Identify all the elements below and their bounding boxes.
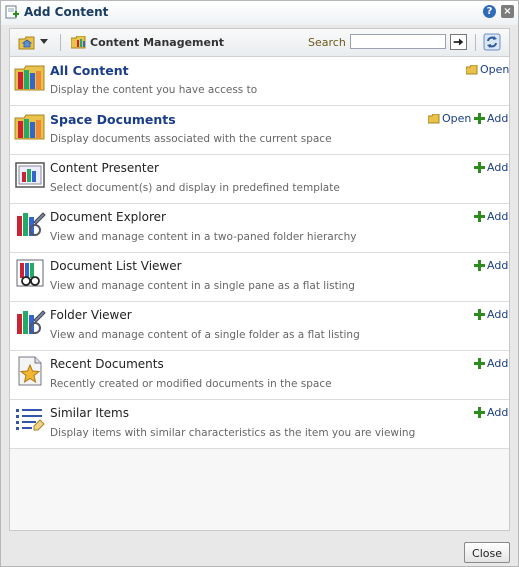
open-folder-icon bbox=[428, 114, 440, 124]
add-content-dialog: Add Content ? × Content Management Searc… bbox=[0, 0, 519, 567]
open-link[interactable]: Open bbox=[466, 63, 509, 76]
add-link[interactable]: Add bbox=[474, 259, 508, 272]
close-button[interactable]: Close bbox=[464, 542, 510, 563]
plus-icon bbox=[474, 113, 485, 124]
refresh-icon[interactable] bbox=[483, 33, 501, 51]
item-title-folder-viewer[interactable]: Folder Viewer bbox=[50, 308, 132, 322]
content-management-icon bbox=[71, 36, 86, 49]
plus-icon bbox=[474, 309, 485, 320]
item-title-content-presenter[interactable]: Content Presenter bbox=[50, 161, 159, 175]
search-input[interactable] bbox=[350, 34, 446, 49]
plus-icon bbox=[474, 162, 485, 173]
item-description: Display documents associated with the cu… bbox=[50, 133, 332, 145]
toolbar: Content Management Search bbox=[10, 29, 509, 57]
search-label: Search bbox=[308, 36, 346, 49]
folder-viewer-icon bbox=[17, 310, 46, 334]
list-item[interactable]: Document List Viewer View and manage con… bbox=[10, 253, 509, 302]
item-description: View and manage content in a two-paned f… bbox=[50, 231, 357, 243]
item-title-similar-items[interactable]: Similar Items bbox=[50, 406, 129, 420]
add-content-icon bbox=[5, 5, 19, 19]
home-folder-icon[interactable] bbox=[18, 34, 36, 51]
item-title-recent-documents[interactable]: Recent Documents bbox=[50, 357, 164, 371]
explorer-icon bbox=[17, 212, 46, 236]
content-list: All Content Display the content you have… bbox=[10, 57, 509, 449]
item-description: View and manage content of a single fold… bbox=[50, 329, 360, 341]
list-item[interactable]: Document Explorer View and manage conten… bbox=[10, 204, 509, 253]
presenter-icon bbox=[15, 162, 45, 188]
item-title-document-list-viewer[interactable]: Document List Viewer bbox=[50, 259, 182, 273]
star-document-icon bbox=[18, 356, 42, 386]
books-folder-icon bbox=[14, 65, 45, 91]
help-icon[interactable]: ? bbox=[483, 5, 496, 18]
plus-icon bbox=[474, 407, 485, 418]
item-description: Display items with similar characteristi… bbox=[50, 427, 416, 439]
list-item[interactable]: Content Presenter Select document(s) and… bbox=[10, 155, 509, 204]
similar-items-icon bbox=[16, 409, 45, 431]
add-link[interactable]: Add bbox=[474, 357, 508, 370]
open-folder-icon bbox=[466, 65, 478, 75]
toolbar-divider bbox=[60, 34, 61, 51]
books-folder-icon bbox=[14, 114, 45, 140]
add-link[interactable]: Add bbox=[474, 406, 508, 419]
content-panel: Content Management Search All Content Di… bbox=[9, 28, 510, 531]
add-link[interactable]: Add bbox=[474, 308, 508, 321]
item-description: Display the content you have access to bbox=[50, 84, 258, 96]
dialog-titlebar: Add Content ? × bbox=[1, 1, 518, 25]
list-item[interactable]: Similar Items Display items with similar… bbox=[10, 400, 509, 449]
plus-icon bbox=[474, 211, 485, 222]
close-icon[interactable]: × bbox=[501, 5, 514, 18]
list-item[interactable]: All Content Display the content you have… bbox=[10, 57, 509, 106]
dialog-title: Add Content bbox=[24, 5, 109, 19]
add-link[interactable]: Add bbox=[474, 161, 508, 174]
list-item[interactable]: Space Documents Display documents associ… bbox=[10, 106, 509, 155]
open-link[interactable]: Open bbox=[428, 112, 471, 125]
item-description: Select document(s) and display in predef… bbox=[50, 182, 340, 194]
arrow-right-icon[interactable] bbox=[450, 34, 467, 50]
add-link[interactable]: Add bbox=[474, 210, 508, 223]
item-title-space-documents[interactable]: Space Documents bbox=[50, 112, 176, 127]
item-description: View and manage content in a single pane… bbox=[50, 280, 355, 292]
plus-icon bbox=[474, 260, 485, 271]
add-link[interactable]: Add bbox=[474, 112, 508, 125]
item-title-all-content[interactable]: All Content bbox=[50, 63, 129, 78]
item-title-document-explorer[interactable]: Document Explorer bbox=[50, 210, 166, 224]
list-item[interactable]: Recent Documents Recently created or mod… bbox=[10, 351, 509, 400]
list-viewer-icon bbox=[16, 259, 44, 287]
toolbar-divider bbox=[475, 34, 476, 51]
breadcrumb-content-management[interactable]: Content Management bbox=[90, 36, 224, 49]
list-item[interactable]: Folder Viewer View and manage content of… bbox=[10, 302, 509, 351]
item-description: Recently created or modified documents i… bbox=[50, 378, 332, 390]
chevron-down-icon[interactable] bbox=[40, 39, 48, 44]
plus-icon bbox=[474, 358, 485, 369]
